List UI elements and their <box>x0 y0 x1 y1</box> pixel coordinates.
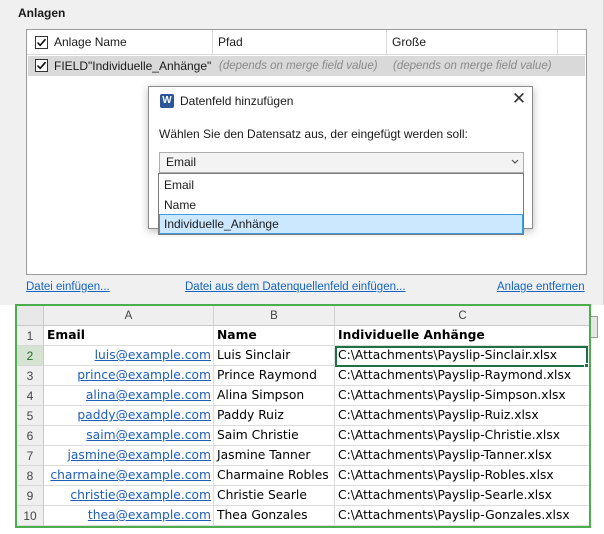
email-cell[interactable]: saim@example.com <box>44 426 214 446</box>
attachment-path-cell[interactable]: C:\Attachments\Payslip-Gonzales.xlsx <box>335 506 589 526</box>
row-header[interactable]: 3 <box>17 366 44 386</box>
field-select-value: Email <box>166 155 197 169</box>
name-cell[interactable]: Paddy Ruiz <box>214 406 335 426</box>
email-cell[interactable]: paddy@example.com <box>44 406 214 426</box>
list-header: Anlage Name Pfad Große <box>27 30 586 55</box>
attachment-row[interactable]: FIELD"Individuelle_Anhänge" (depends on … <box>28 56 585 76</box>
dropdown-option-email[interactable]: Email <box>159 175 523 195</box>
email-cell[interactable]: christie@example.com <box>44 486 214 506</box>
insert-file-link[interactable]: Datei einfügen... <box>26 281 110 293</box>
row-header[interactable]: 5 <box>17 406 44 426</box>
attachment-path-cell[interactable]: C:\Attachments\Payslip-Simpson.xlsx <box>335 386 589 406</box>
email-cell[interactable]: luis@example.com <box>44 346 214 366</box>
column-header-b[interactable]: B <box>214 306 335 326</box>
column-header-path[interactable]: Pfad <box>213 30 387 55</box>
row-header[interactable]: 10 <box>17 506 44 526</box>
check-icon <box>36 38 47 47</box>
row-header[interactable]: 7 <box>17 446 44 466</box>
select-all-checkbox[interactable] <box>35 36 48 49</box>
attachment-path-cell[interactable]: C:\Attachments\Payslip-Raymond.xlsx <box>335 366 589 386</box>
insert-from-field-link[interactable]: Datei aus dem Datenquellenfeld einfügen.… <box>185 281 406 293</box>
row-header[interactable]: 8 <box>17 466 44 486</box>
attachment-name: FIELD"Individuelle_Anhänge" <box>54 59 212 73</box>
field-dropdown-list[interactable]: Email Name Individuelle_Anhänge <box>158 173 524 235</box>
attachment-path: (depends on merge field value) <box>219 60 378 72</box>
email-cell[interactable]: thea@example.com <box>44 506 214 526</box>
dialog-prompt: Wählen Sie den Datensatz aus, der eingef… <box>159 127 468 141</box>
spreadsheet: A B C 1 Email Name Individuelle Anhänge … <box>15 304 591 528</box>
row-header[interactable]: 4 <box>17 386 44 406</box>
panel-title: Anlagen <box>18 6 66 20</box>
email-cell[interactable]: jasmine@example.com <box>44 446 214 466</box>
attachment-path-cell[interactable]: C:\Attachments\Payslip-Robles.xlsx <box>335 466 589 486</box>
attachment-path-cell[interactable]: C:\Attachments\Payslip-Sinclair.xlsx <box>335 346 589 366</box>
dropdown-option-name[interactable]: Name <box>159 195 523 215</box>
check-icon <box>36 61 47 70</box>
name-cell[interactable]: Prince Raymond <box>214 366 335 386</box>
row-header[interactable]: 6 <box>17 426 44 446</box>
name-cell[interactable]: Alina Simpson <box>214 386 335 406</box>
fill-handle[interactable] <box>584 363 589 368</box>
name-cell[interactable]: Christie Searle <box>214 486 335 506</box>
cell-header-email[interactable]: Email <box>44 326 214 346</box>
column-header-c[interactable]: C <box>335 306 589 326</box>
row-header[interactable]: 2 <box>17 346 44 366</box>
name-cell[interactable]: Saim Christie <box>214 426 335 446</box>
name-cell[interactable]: Jasmine Tanner <box>214 446 335 466</box>
dialog-title: Datenfeld hinzufügen <box>180 94 294 108</box>
cell-header-name[interactable]: Name <box>214 326 335 346</box>
column-header-name[interactable]: Anlage Name <box>49 30 213 55</box>
attachment-checkbox[interactable] <box>35 59 48 72</box>
email-cell[interactable]: prince@example.com <box>44 366 214 386</box>
word-app-icon: W <box>160 94 174 108</box>
attachment-path-cell[interactable]: C:\Attachments\Payslip-Tanner.xlsx <box>335 446 589 466</box>
name-cell[interactable]: Luis Sinclair <box>214 346 335 366</box>
attachment-path-cell[interactable]: C:\Attachments\Payslip-Christie.xlsx <box>335 426 589 446</box>
attachment-path-cell[interactable]: C:\Attachments\Payslip-Ruiz.xlsx <box>335 406 589 426</box>
row-header[interactable]: 9 <box>17 486 44 506</box>
chevron-down-icon <box>511 159 519 164</box>
dropdown-option-individual-attachments[interactable]: Individuelle_Anhänge <box>159 214 523 234</box>
close-icon[interactable]: ✕ <box>511 90 527 109</box>
cell-header-attachments[interactable]: Individuelle Anhänge <box>335 326 589 346</box>
attachment-path-cell[interactable]: C:\Attachments\Payslip-Searle.xlsx <box>335 486 589 506</box>
email-cell[interactable]: charmaine@example.com <box>44 466 214 486</box>
field-select[interactable]: Email <box>159 152 524 173</box>
name-cell[interactable]: Thea Gonzales <box>214 506 335 526</box>
column-header-a[interactable]: A <box>44 306 214 326</box>
column-header-size[interactable]: Große <box>387 30 558 55</box>
select-all-corner[interactable] <box>17 306 44 326</box>
row-header[interactable]: 1 <box>17 326 44 346</box>
remove-attachment-link[interactable]: Anlage entfernen <box>497 281 585 293</box>
name-cell[interactable]: Charmaine Robles <box>214 466 335 486</box>
attachment-size: (depends on merge field value) <box>393 60 552 72</box>
email-cell[interactable]: alina@example.com <box>44 386 214 406</box>
